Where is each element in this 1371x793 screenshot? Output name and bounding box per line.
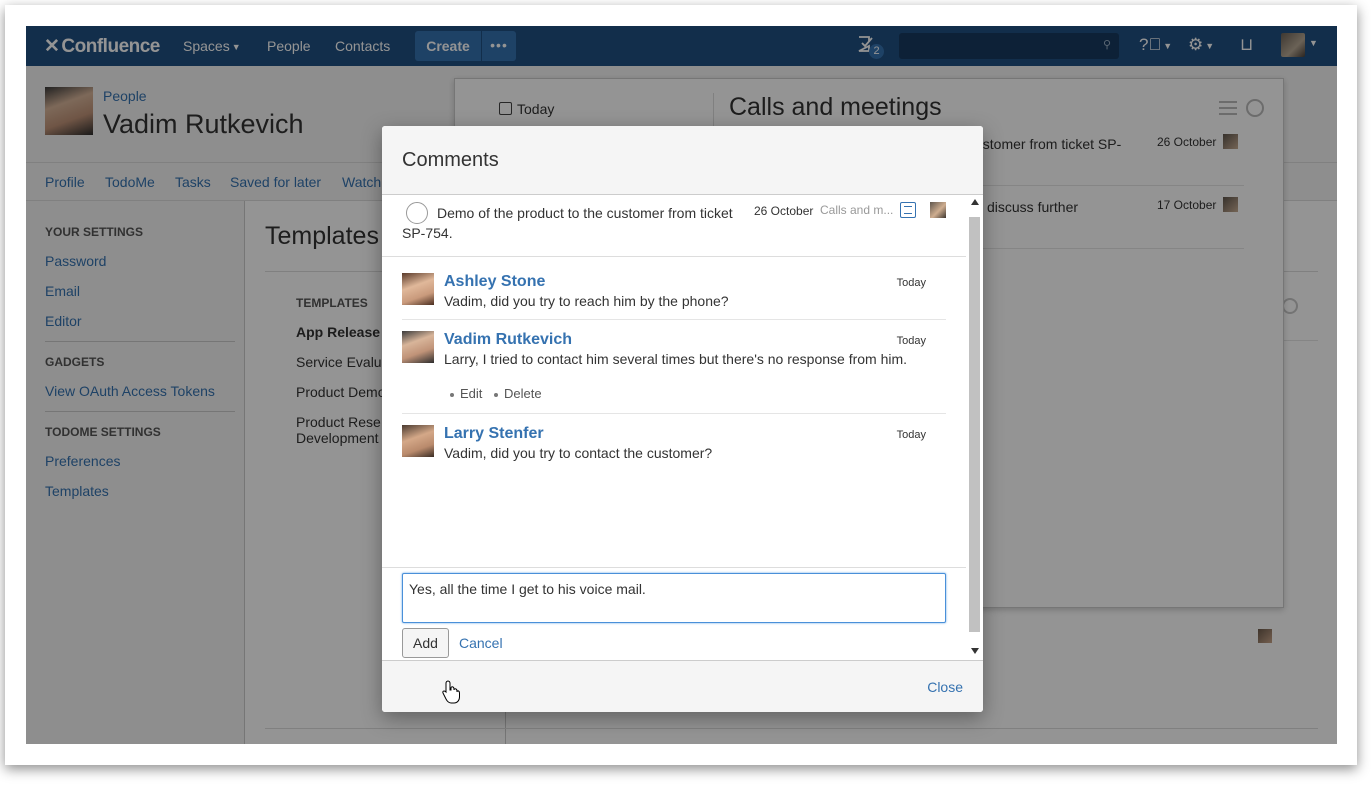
cancel-link[interactable]: Cancel	[459, 635, 503, 651]
avatar	[402, 331, 434, 363]
delete-comment-link[interactable]: Delete	[504, 386, 542, 401]
scroll-up-arrow-icon[interactable]	[971, 199, 979, 205]
screenshot-frame: ✕ Confluence Spaces ▼ People Contacts Crea…	[5, 5, 1357, 765]
divider	[382, 567, 966, 568]
comment-author[interactable]: Larry Stenfer	[444, 425, 544, 443]
comments-scrollbar[interactable]	[967, 195, 983, 660]
comment-text: Vadim, did you try to contact the custom…	[444, 445, 713, 461]
task-summary-row: Demo of the product to the customer from…	[382, 195, 966, 257]
avatar	[402, 273, 434, 305]
dialog-title: Comments	[402, 149, 499, 171]
scroll-down-arrow-icon[interactable]	[971, 648, 979, 654]
task-space-link[interactable]: Calls and m...	[820, 203, 898, 217]
dialog-header: Comments	[382, 126, 983, 195]
comments-dialog: Comments Demo of the product to the cust…	[382, 126, 983, 712]
comment-date: Today	[896, 277, 926, 289]
divider	[402, 319, 946, 320]
comment-date: Today	[896, 335, 926, 347]
edit-comment-link[interactable]: Edit	[460, 386, 482, 401]
dialog-footer: Close	[382, 660, 983, 712]
task-assignee-avatar	[930, 202, 946, 218]
hand-cursor-icon	[442, 680, 460, 704]
divider	[402, 413, 946, 414]
comment-input[interactable]: Yes, all the time I get to his voice mai…	[402, 573, 946, 623]
scrollbar-thumb[interactable]	[969, 217, 980, 632]
comment-item: Ashley Stone Today Vadim, did you try to…	[402, 273, 946, 313]
comment-author[interactable]: Ashley Stone	[444, 273, 545, 291]
comment-actions: Edit Delete	[450, 386, 550, 401]
comment-text: Larry, I tried to contact him several ti…	[444, 351, 908, 367]
comment-date: Today	[896, 429, 926, 441]
comment-item: Vadim Rutkevich Today Larry, I tried to …	[402, 331, 946, 406]
task-due-date: 26 October	[754, 204, 814, 218]
comment-item: Larry Stenfer Today Vadim, did you try t…	[402, 425, 946, 465]
add-comment-button[interactable]: Add	[402, 628, 449, 658]
bullet	[450, 392, 454, 397]
comment-text: Vadim, did you try to reach him by the p…	[444, 293, 729, 309]
close-button[interactable]: Close	[927, 679, 963, 695]
confluence-app: ✕ Confluence Spaces ▼ People Contacts Crea…	[26, 26, 1337, 744]
list-icon[interactable]	[900, 202, 916, 218]
comment-author[interactable]: Vadim Rutkevich	[444, 331, 572, 349]
bullet	[494, 392, 499, 397]
avatar	[402, 425, 434, 457]
task-text: Demo of the product to the customer from…	[402, 205, 733, 241]
